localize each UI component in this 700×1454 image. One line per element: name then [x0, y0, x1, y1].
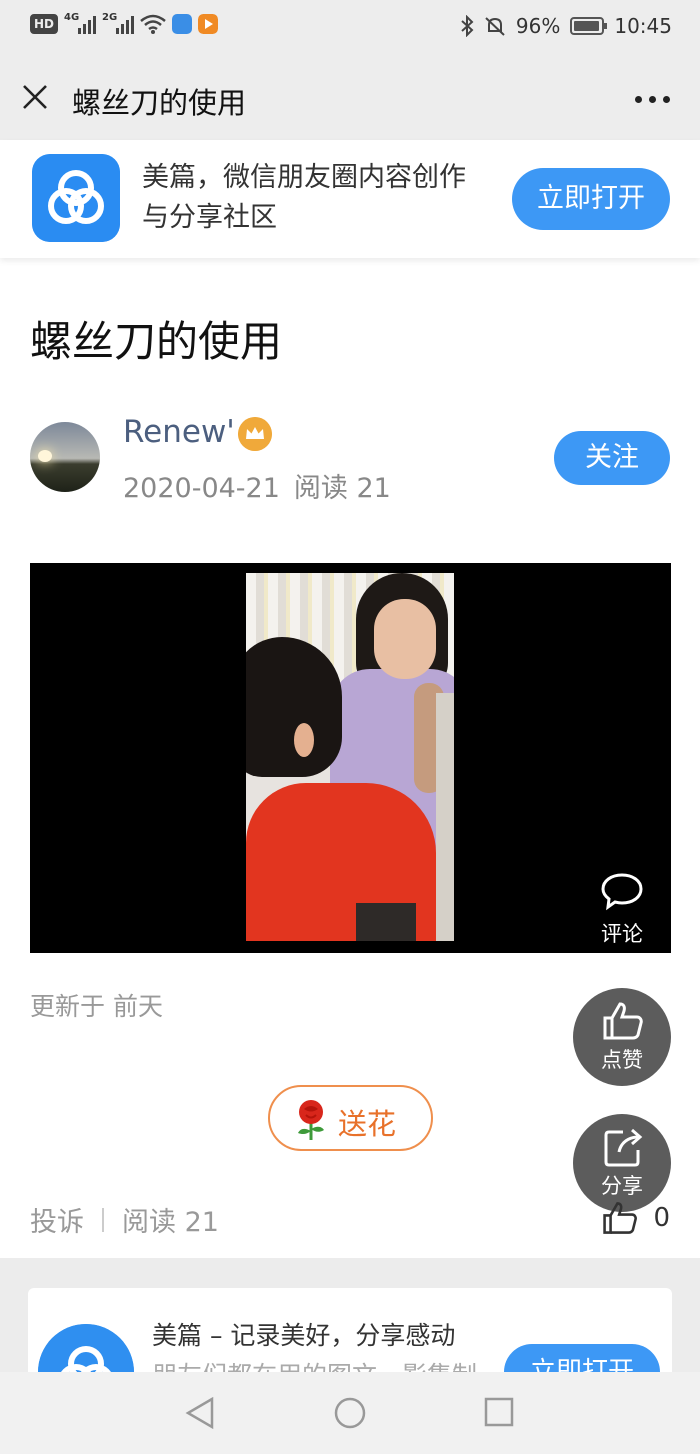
article-meta: 2020-04-21 阅读 21	[123, 466, 391, 505]
crown-badge-icon	[238, 417, 272, 451]
thumbs-up-outline-icon	[603, 1202, 638, 1234]
bluetooth-icon	[461, 15, 474, 37]
status-right: 96% 10:45	[460, 14, 672, 38]
like-count: 0	[653, 1203, 670, 1233]
video-app-icon	[198, 14, 219, 34]
battery-percent: 96%	[515, 14, 561, 38]
thumbs-up-icon	[603, 1002, 643, 1040]
nav-title: 螺丝刀的使用	[72, 86, 247, 120]
bottom-card-title: 美篇 – 记录美好，分享感动	[152, 1321, 456, 1350]
article-title: 螺丝刀的使用	[30, 317, 283, 366]
footer-read-count: 阅读 21	[122, 1207, 219, 1238]
home-icon[interactable]	[333, 1396, 367, 1430]
comment-icon	[601, 873, 643, 911]
sim1-label: 4G	[64, 12, 80, 23]
back-icon[interactable]	[184, 1396, 216, 1430]
clock: 10:45	[614, 14, 672, 38]
updated-time: 更新于 前天	[30, 992, 163, 1021]
send-flower-label: 送花	[338, 1107, 397, 1141]
sim2-label: 2G	[102, 12, 118, 23]
recents-icon[interactable]	[483, 1396, 515, 1428]
meipian-logo-icon	[32, 154, 120, 242]
video-frame	[246, 573, 454, 941]
send-flower-button[interactable]: 送花	[268, 1085, 433, 1151]
avatar[interactable]	[30, 422, 100, 492]
comment-label: 评论	[601, 922, 643, 946]
read-count: 阅读 21	[293, 473, 391, 504]
app-banner: 美篇，微信朋友圈内容创作与分享社区 立即打开	[0, 140, 700, 258]
report-link[interactable]: 投诉	[30, 1200, 84, 1239]
wifi-icon	[140, 14, 166, 34]
author-name[interactable]: Renew'	[123, 414, 235, 450]
like-label: 点赞	[601, 1048, 643, 1072]
footer-like[interactable]: 0	[601, 1200, 670, 1236]
open-app-button[interactable]: 立即打开	[512, 168, 670, 230]
signal-icon: 4G	[64, 12, 97, 34]
comment-button[interactable]: 评论	[573, 860, 671, 954]
rose-icon	[298, 1100, 324, 1140]
banner-description: 美篇，微信朋友圈内容创作与分享社区	[142, 162, 466, 233]
hd-icon: HD	[30, 14, 59, 34]
divider	[102, 1207, 104, 1232]
share-label: 分享	[601, 1174, 643, 1198]
share-button[interactable]: 分享	[573, 1114, 671, 1212]
system-navigation-bar	[0, 1372, 700, 1454]
status-left: HD 4G 2G	[30, 12, 219, 34]
share-icon	[604, 1128, 643, 1167]
like-button[interactable]: 点赞	[573, 988, 671, 1086]
signal-icon-2: 2G	[102, 12, 135, 34]
more-dots-icon[interactable]	[635, 96, 670, 103]
battery-icon	[570, 17, 608, 35]
footer-links: 投诉 阅读 21	[30, 1200, 219, 1239]
app-notification-icon	[172, 14, 193, 34]
publish-date: 2020-04-21	[123, 473, 280, 504]
close-icon[interactable]	[20, 82, 50, 112]
nav-bar: 螺丝刀的使用	[0, 58, 700, 140]
follow-button[interactable]: 关注	[554, 431, 670, 485]
status-bar: HD 4G 2G 96% 10:45	[0, 0, 700, 58]
mute-bell-icon	[485, 17, 505, 36]
